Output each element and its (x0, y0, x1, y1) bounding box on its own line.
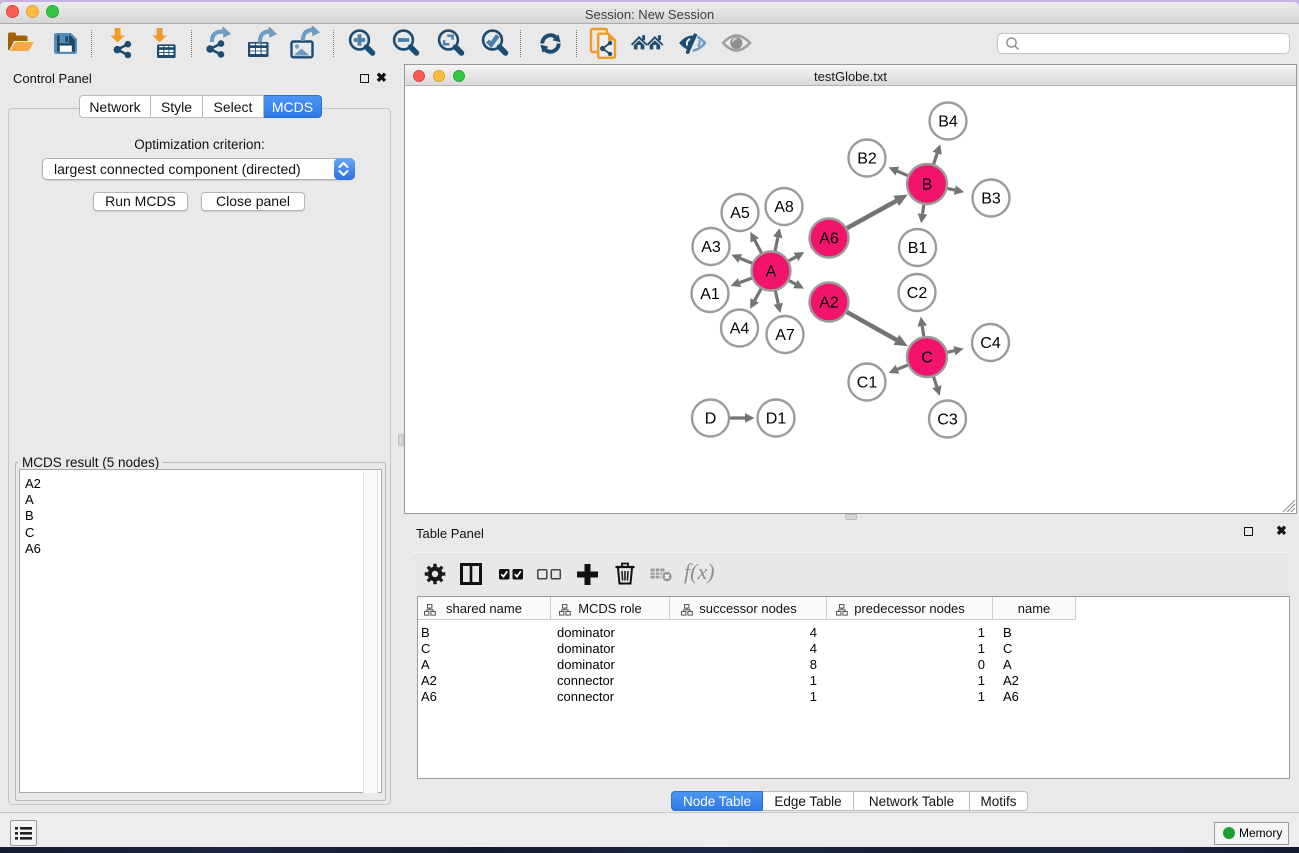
svg-text:A8: A8 (774, 199, 794, 216)
svg-text:A7: A7 (775, 327, 795, 344)
svg-text:C2: C2 (907, 285, 928, 302)
svg-text:A5: A5 (730, 205, 750, 222)
svg-text:B3: B3 (981, 191, 1001, 208)
svg-text:A2: A2 (819, 295, 839, 312)
svg-text:D: D (705, 411, 717, 428)
svg-text:A4: A4 (730, 321, 750, 338)
svg-text:A: A (766, 264, 777, 281)
svg-text:C: C (921, 350, 933, 367)
svg-text:B2: B2 (857, 151, 877, 168)
svg-text:D1: D1 (766, 411, 787, 428)
svg-text:A6: A6 (819, 231, 839, 248)
svg-text:C3: C3 (937, 412, 958, 429)
svg-text:A3: A3 (701, 239, 721, 256)
svg-text:C4: C4 (980, 335, 1001, 352)
svg-text:A1: A1 (700, 286, 720, 303)
svg-text:B1: B1 (908, 240, 928, 257)
svg-text:C1: C1 (857, 375, 878, 392)
svg-text:B4: B4 (938, 114, 958, 131)
svg-text:B: B (922, 177, 933, 194)
